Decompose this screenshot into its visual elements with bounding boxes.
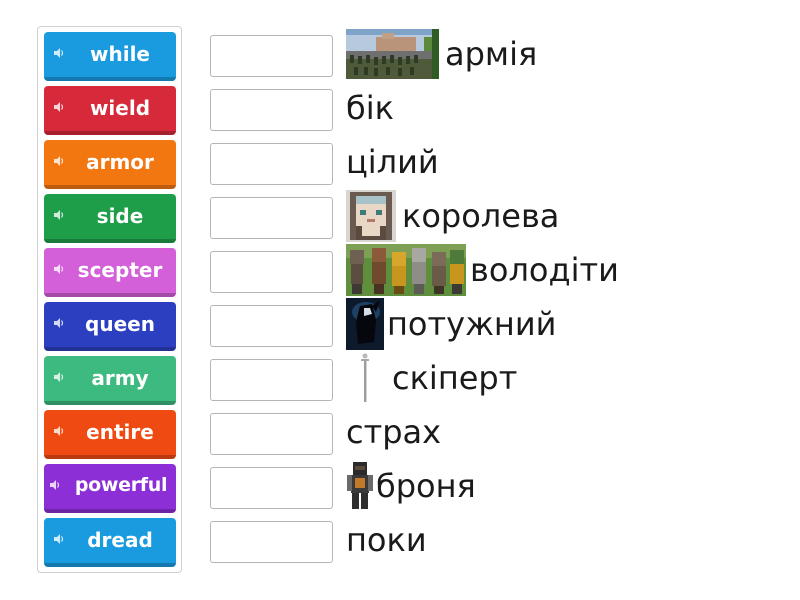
tile-label: entire — [86, 420, 154, 444]
clue-text: страх — [346, 413, 442, 451]
clue-text: броня — [376, 467, 476, 505]
tile-entire[interactable]: entire — [44, 410, 176, 459]
clue-text: цілий — [346, 143, 439, 181]
clue-row-1: армія — [346, 29, 537, 79]
answer-slot-6[interactable] — [210, 305, 333, 347]
clue-row-10: поки — [346, 515, 427, 565]
clue-text: потужний — [387, 305, 557, 343]
clue-text: скіперт — [392, 359, 518, 397]
tile-label: queen — [85, 312, 155, 336]
word-bank: while wield armor side scepter queen arm… — [37, 26, 182, 573]
answer-slot-8[interactable] — [210, 413, 333, 455]
tile-label: dread — [87, 528, 153, 552]
clue-text: поки — [346, 521, 427, 559]
clue-row-6: потужний — [346, 298, 557, 350]
clue-row-8: страх — [346, 407, 441, 457]
clue-row-9: броня — [346, 460, 476, 512]
tile-label: army — [91, 366, 149, 390]
tile-label: wield — [89, 96, 151, 120]
answer-slot-10[interactable] — [210, 521, 333, 563]
answer-slot-2[interactable] — [210, 89, 333, 131]
tile-wield[interactable]: wield — [44, 86, 176, 135]
tile-dread[interactable]: dread — [44, 518, 176, 567]
clue-text: бік — [346, 89, 394, 127]
tile-label: armor — [86, 150, 154, 174]
minecraft-group-image — [346, 244, 466, 296]
tile-while[interactable]: while — [44, 32, 176, 81]
dark-figure-image — [346, 298, 384, 350]
answer-slot-1[interactable] — [210, 35, 333, 77]
clue-text: королева — [402, 197, 560, 235]
answer-slot-5[interactable] — [210, 251, 333, 293]
answer-slot-3[interactable] — [210, 143, 333, 185]
clue-row-7: скіперт — [346, 352, 518, 404]
clue-text: армія — [445, 35, 538, 73]
tile-label: while — [90, 42, 150, 66]
tile-label: side — [96, 204, 144, 228]
tile-label: powerful — [74, 474, 168, 496]
clue-row-3: цілий — [346, 137, 439, 187]
tile-side[interactable]: side — [44, 194, 176, 243]
answer-slot-4[interactable] — [210, 197, 333, 239]
clue-row-2: бік — [346, 83, 394, 133]
tile-armor[interactable]: armor — [44, 140, 176, 189]
clue-text: володіти — [470, 251, 619, 289]
tile-scepter[interactable]: scepter — [44, 248, 176, 297]
clue-row-4: королева — [346, 190, 560, 242]
tile-queen[interactable]: queen — [44, 302, 176, 351]
minecraft-army-image — [346, 29, 439, 79]
minecraft-queen-image — [346, 190, 396, 242]
scepter-image — [346, 352, 386, 404]
minecraft-armor-image — [346, 460, 374, 512]
tile-powerful[interactable]: powerful — [44, 464, 176, 513]
tile-army[interactable]: army — [44, 356, 176, 405]
tile-label: scepter — [77, 258, 163, 282]
answer-slot-9[interactable] — [210, 467, 333, 509]
answer-slot-7[interactable] — [210, 359, 333, 401]
clue-row-5: володіти — [346, 244, 619, 296]
speaker-icon[interactable] — [49, 479, 61, 491]
